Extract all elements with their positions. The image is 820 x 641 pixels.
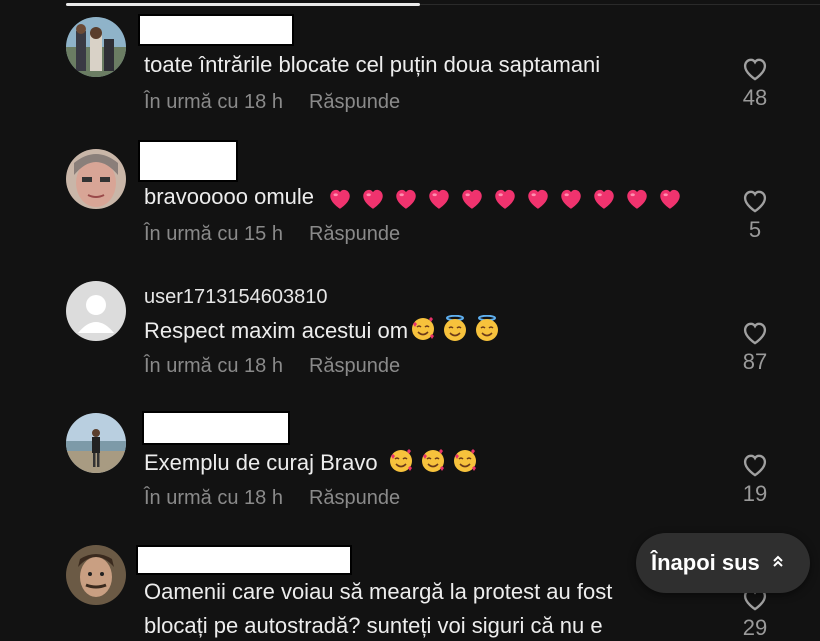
smiling-face-with-hearts-icon xyxy=(388,448,414,480)
comment-meta: În urmă cu 15 h Răspunde xyxy=(144,223,400,246)
avatar[interactable] xyxy=(66,545,126,605)
heart-outline-icon xyxy=(743,454,767,477)
comment-meta: În urmă cu 18 h Răspunde xyxy=(144,91,400,114)
like-count: 19 xyxy=(742,481,768,506)
red-heart-emoji-icon xyxy=(393,186,419,210)
reply-button[interactable]: Răspunde xyxy=(309,355,400,377)
red-heart-emoji-icon xyxy=(360,186,386,210)
avatar[interactable] xyxy=(66,413,126,473)
like-button[interactable]: 29 xyxy=(728,585,782,641)
avatar[interactable] xyxy=(66,281,126,341)
double-chevron-up-icon xyxy=(772,554,784,572)
smiling-face-with-hearts-icon xyxy=(420,448,446,480)
reply-button[interactable]: Răspunde xyxy=(309,487,400,509)
tab-track xyxy=(420,4,820,5)
red-heart-emoji-icon xyxy=(459,186,485,210)
comment-text-line-2: blocați pe autostradă? sunteți voi sigur… xyxy=(144,613,603,638)
comment-time: În urmă cu 18 h xyxy=(144,355,283,377)
red-heart-emoji-icon xyxy=(558,186,584,210)
red-heart-emoji-icon xyxy=(591,186,617,210)
smiling-face-with-halo-icon xyxy=(442,314,468,349)
reply-button[interactable]: Răspunde xyxy=(309,91,400,113)
back-to-top-label: Înapoi sus xyxy=(651,550,760,575)
comment-text-body: Exemplu de curaj Bravo xyxy=(144,449,378,475)
comment-text-body: Respect maxim acestui om xyxy=(144,317,409,343)
username[interactable]: user1713154603810 xyxy=(144,286,328,309)
comment-time: În urmă cu 15 h xyxy=(144,223,283,245)
comment-text: bravooooo omule xyxy=(144,184,683,210)
comment-text: toate întrările blocate cel puțin doua s… xyxy=(144,52,601,77)
like-button[interactable]: 5 xyxy=(728,187,782,243)
username-redacted xyxy=(136,545,352,575)
red-heart-emoji-icon xyxy=(525,186,551,210)
comment-text: Respect maxim acestui om xyxy=(144,314,500,349)
avatar[interactable] xyxy=(66,17,126,77)
red-heart-emoji-icon xyxy=(624,186,650,210)
red-heart-emoji-icon xyxy=(492,186,518,210)
like-count: 29 xyxy=(742,615,768,640)
heart-outline-icon xyxy=(743,322,767,345)
comment-time: În urmă cu 18 h xyxy=(144,487,283,509)
comment-meta: În urmă cu 18 h Răspunde xyxy=(144,487,400,510)
red-heart-emoji-icon xyxy=(657,186,683,210)
heart-outline-icon xyxy=(743,190,767,213)
like-count: 87 xyxy=(742,349,768,374)
comment-time: În urmă cu 18 h xyxy=(144,91,283,113)
back-to-top-button[interactable]: Înapoi sus xyxy=(636,533,810,593)
username-redacted xyxy=(138,14,294,46)
comment-text-line-1: Oamenii care voiau să meargă la protest … xyxy=(144,579,613,604)
active-tab-indicator xyxy=(66,3,420,6)
like-button[interactable]: 19 xyxy=(728,451,782,507)
username-redacted xyxy=(138,140,238,182)
comment-meta: În urmă cu 18 h Răspunde xyxy=(144,355,400,378)
comment-text: Exemplu de curaj Bravo xyxy=(144,448,478,480)
like-count: 5 xyxy=(748,217,762,242)
smiling-face-with-hearts-icon xyxy=(410,316,436,348)
smiling-face-with-hearts-icon xyxy=(452,448,478,480)
smiling-face-with-halo-icon xyxy=(474,314,500,349)
like-count: 48 xyxy=(742,85,768,110)
red-heart-emoji-icon xyxy=(426,186,452,210)
avatar[interactable] xyxy=(66,149,126,209)
like-button[interactable]: 87 xyxy=(728,319,782,375)
like-button[interactable]: 48 xyxy=(728,55,782,111)
reply-button[interactable]: Răspunde xyxy=(309,223,400,245)
heart-outline-icon xyxy=(743,58,767,81)
heart-emoji-row xyxy=(320,184,683,210)
red-heart-emoji-icon xyxy=(327,186,353,210)
comment-text-body: bravooooo omule xyxy=(144,184,315,209)
username-redacted xyxy=(142,411,290,445)
